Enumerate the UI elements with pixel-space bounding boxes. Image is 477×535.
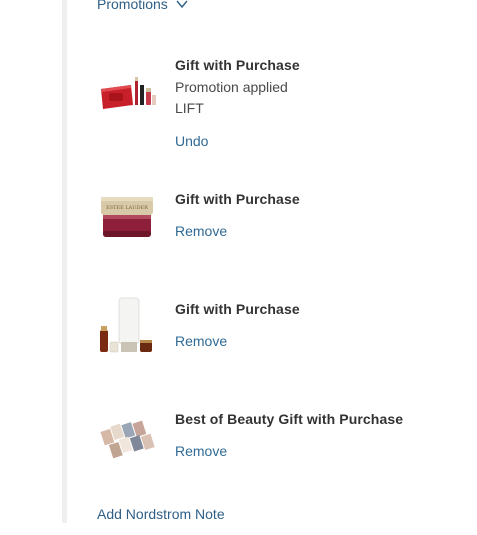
product-image-beauty-collage	[100, 420, 155, 459]
gift-item-2: ESTEE LAUDER Gift with Purchase Remove	[97, 191, 457, 261]
left-rail-divider	[62, 0, 67, 523]
item-title: Gift with Purchase	[175, 57, 300, 73]
item-title: Gift with Purchase	[175, 191, 300, 207]
product-image-cream-jar: ESTEE LAUDER	[101, 197, 153, 237]
gift-item-3: Gift with Purchase Remove	[97, 297, 457, 371]
promo-code: LIFT	[175, 100, 204, 116]
svg-text:ESTEE LAUDER: ESTEE LAUDER	[106, 205, 148, 211]
product-image-makeup-kit	[101, 77, 156, 109]
product-image-skincare-set	[100, 297, 152, 353]
promotions-label: Promotions	[97, 0, 168, 12]
remove-link[interactable]: Remove	[175, 333, 227, 349]
undo-link[interactable]: Undo	[175, 133, 208, 149]
add-nordstrom-note-link[interactable]: Add Nordstrom Note	[97, 506, 225, 522]
item-title: Best of Beauty Gift with Purchase	[175, 411, 404, 427]
remove-link[interactable]: Remove	[175, 223, 227, 239]
gift-item-4: Best of Beauty Gift with Purchase Remove	[97, 411, 457, 481]
remove-link[interactable]: Remove	[175, 443, 227, 459]
promotions-toggle[interactable]: Promotions	[97, 0, 188, 12]
promotion-status: Promotion applied	[175, 79, 288, 95]
gift-item-1: Gift with Purchase Promotion applied LIF…	[97, 57, 457, 157]
item-title: Gift with Purchase	[175, 301, 300, 317]
chevron-down-icon	[176, 0, 188, 9]
